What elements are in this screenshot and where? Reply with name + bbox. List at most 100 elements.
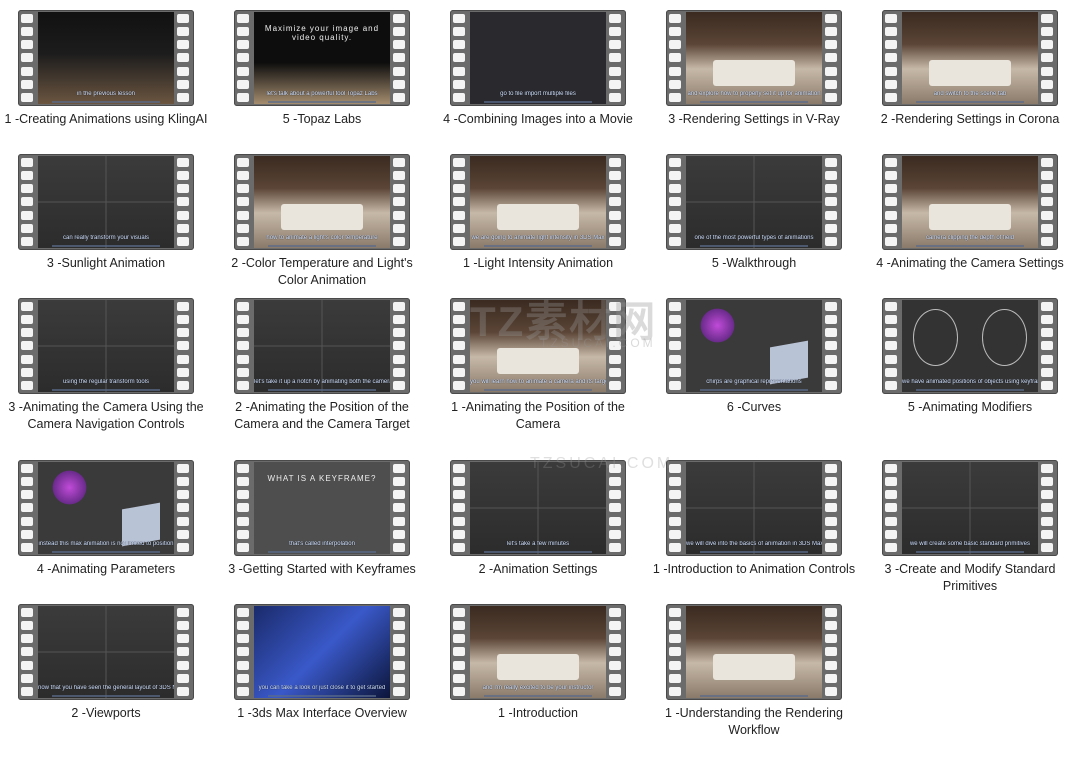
video-thumbnail[interactable]: let's take a few minutes: [450, 460, 626, 556]
thumbnail-subtitle: chirps are graphical representations: [706, 379, 802, 385]
file-name-label[interactable]: 5 -Topaz Labs: [216, 111, 428, 128]
film-sprocket-holes: [1041, 302, 1055, 390]
thumbnail-frame: we will create some basic standard primi…: [902, 462, 1038, 554]
thumbnail-subtitle: that's called interpolation: [289, 541, 355, 547]
file-name-label[interactable]: 1 -3ds Max Interface Overview: [216, 705, 428, 722]
film-sprocket-holes: [237, 608, 251, 696]
film-sprocket-holes: [393, 302, 407, 390]
file-name-label[interactable]: 3 -Create and Modify Standard Primitives: [864, 561, 1076, 595]
thumbnail-subtitle: instead this max animation is not limite…: [38, 541, 174, 547]
thumbnail-subtitle: go to file import multiple files: [500, 91, 576, 97]
film-sprocket-holes: [885, 302, 899, 390]
film-sprocket-holes: [825, 608, 839, 696]
video-thumbnail[interactable]: and explore how to properly set it up fo…: [666, 10, 842, 106]
watermark-subtext-lower: TZSUCAI.COM: [530, 455, 674, 472]
file-name-label[interactable]: 5 -Walkthrough: [648, 255, 860, 272]
thumbnail-subtitle-line: [915, 245, 1025, 247]
film-sprocket-holes: [885, 158, 899, 246]
film-sprocket-holes: [177, 158, 191, 246]
file-name-label[interactable]: 2 -Animation Settings: [432, 561, 644, 578]
thumbnail-subtitle-line: [483, 101, 593, 103]
video-thumbnail[interactable]: how to animate a light's color temperatu…: [234, 154, 410, 250]
video-thumbnail[interactable]: can really transform your visuals: [18, 154, 194, 250]
watermark-subtext: TZSUCAI.COM: [540, 336, 656, 350]
film-sprocket-holes: [669, 302, 683, 390]
thumbnail-subtitle: we have animated positions of objects us…: [902, 379, 1038, 385]
video-thumbnail[interactable]: using the regular transform tools: [18, 298, 194, 394]
film-sprocket-holes: [609, 608, 623, 696]
file-name-label[interactable]: 2 -Animating the Position of the Camera …: [216, 399, 428, 433]
film-sprocket-holes: [177, 302, 191, 390]
video-thumbnail[interactable]: let's take it up a notch by animating bo…: [234, 298, 410, 394]
thumbnail-subtitle-line: [915, 551, 1025, 553]
video-thumbnail[interactable]: chirps are graphical representations: [666, 298, 842, 394]
video-thumbnail[interactable]: camera clipping the depth of field: [882, 154, 1058, 250]
thumbnail-subtitle-line: [483, 695, 593, 697]
thumbnail-subtitle: using the regular transform tools: [62, 379, 150, 385]
video-thumbnail[interactable]: now that you have seen the general layou…: [18, 604, 194, 700]
thumbnail-grid: in the previous lesson 1 -Creating Animat…: [0, 0, 1078, 768]
file-name-label[interactable]: 4 -Animating Parameters: [0, 561, 212, 578]
thumbnail-subtitle-line: [699, 695, 809, 697]
video-thumbnail[interactable]: and switch to the scene tab: [882, 10, 1058, 106]
file-name-label[interactable]: 1 -Introduction to Animation Controls: [648, 561, 860, 578]
thumbnail-subtitle-line: [267, 389, 377, 391]
file-name-label[interactable]: 5 -Animating Modifiers: [864, 399, 1076, 416]
film-sprocket-holes: [177, 14, 191, 102]
thumbnail-subtitle-line: [267, 695, 377, 697]
file-name-label[interactable]: 1 -Understanding the Rendering Workflow: [648, 705, 860, 739]
video-thumbnail[interactable]: you can take a look or just close it to …: [234, 604, 410, 700]
thumbnail-subtitle-line: [699, 551, 809, 553]
file-name-label[interactable]: 3 -Animating the Camera Using the Camera…: [0, 399, 212, 433]
file-name-label[interactable]: 2 -Viewports: [0, 705, 212, 722]
thumbnail-subtitle-line: [915, 101, 1025, 103]
video-thumbnail[interactable]: WHAT IS A KEYFRAME? that's called interpo…: [234, 460, 410, 556]
video-thumbnail[interactable]: one of the most powerful types of animat…: [666, 154, 842, 250]
file-name-label[interactable]: 3 -Sunlight Animation: [0, 255, 212, 272]
thumbnail-subtitle: and I'm really excited to be your instru…: [482, 685, 594, 691]
thumbnail-subtitle-line: [699, 245, 809, 247]
file-name-label[interactable]: 2 -Color Temperature and Light's Color A…: [216, 255, 428, 289]
video-thumbnail[interactable]: go to file import multiple files: [450, 10, 626, 106]
file-name-label[interactable]: 1 -Introduction: [432, 705, 644, 722]
film-sprocket-holes: [825, 302, 839, 390]
video-thumbnail[interactable]: [666, 604, 842, 700]
film-sprocket-holes: [21, 158, 35, 246]
thumbnail-subtitle-line: [267, 551, 377, 553]
thumbnail-subtitle-line: [483, 389, 593, 391]
video-thumbnail[interactable]: we are going to animate light intensity …: [450, 154, 626, 250]
video-thumbnail[interactable]: and I'm really excited to be your instru…: [450, 604, 626, 700]
video-thumbnail[interactable]: we will dive into the basics of animatio…: [666, 460, 842, 556]
thumbnail-subtitle: let's take a few minutes: [506, 541, 570, 547]
thumbnail-frame: can really transform your visuals: [38, 156, 174, 248]
file-name-label[interactable]: 4 -Animating the Camera Settings: [864, 255, 1076, 272]
thumbnail-subtitle: and explore how to properly set it up fo…: [687, 91, 821, 97]
file-name-label[interactable]: 1 -Light Intensity Animation: [432, 255, 644, 272]
file-name-label[interactable]: 4 -Combining Images into a Movie: [432, 111, 644, 128]
thumbnail-subtitle-line: [915, 389, 1025, 391]
thumbnail-subtitle-line: [51, 389, 161, 391]
film-sprocket-holes: [825, 158, 839, 246]
video-thumbnail[interactable]: Maximize your image and video quality. le…: [234, 10, 410, 106]
thumbnail-frame: we will dive into the basics of animatio…: [686, 462, 822, 554]
thumbnail-frame: let's take it up a notch by animating bo…: [254, 300, 390, 392]
film-sprocket-holes: [453, 158, 467, 246]
file-name-label[interactable]: 1 -Creating Animations using KlingAI: [0, 111, 212, 128]
thumbnail-subtitle-line: [51, 551, 161, 553]
file-name-label[interactable]: 3 -Getting Started with Keyframes: [216, 561, 428, 578]
film-sprocket-holes: [237, 302, 251, 390]
video-thumbnail[interactable]: in the previous lesson: [18, 10, 194, 106]
file-name-label[interactable]: 2 -Rendering Settings in Corona: [864, 111, 1076, 128]
thumbnail-frame: camera clipping the depth of field: [902, 156, 1038, 248]
video-thumbnail[interactable]: we have animated positions of objects us…: [882, 298, 1058, 394]
video-thumbnail[interactable]: instead this max animation is not limite…: [18, 460, 194, 556]
file-name-label[interactable]: 3 -Rendering Settings in V-Ray: [648, 111, 860, 128]
thumbnail-heading: Maximize your image and video quality.: [264, 24, 380, 42]
video-thumbnail[interactable]: we will create some basic standard primi…: [882, 460, 1058, 556]
file-name-label[interactable]: 1 -Animating the Position of the Camera: [432, 399, 644, 433]
thumbnail-subtitle: we will dive into the basics of animatio…: [686, 541, 822, 547]
film-sprocket-holes: [453, 464, 467, 552]
file-name-label[interactable]: 6 -Curves: [648, 399, 860, 416]
film-sprocket-holes: [1041, 464, 1055, 552]
thumbnail-frame: using the regular transform tools: [38, 300, 174, 392]
